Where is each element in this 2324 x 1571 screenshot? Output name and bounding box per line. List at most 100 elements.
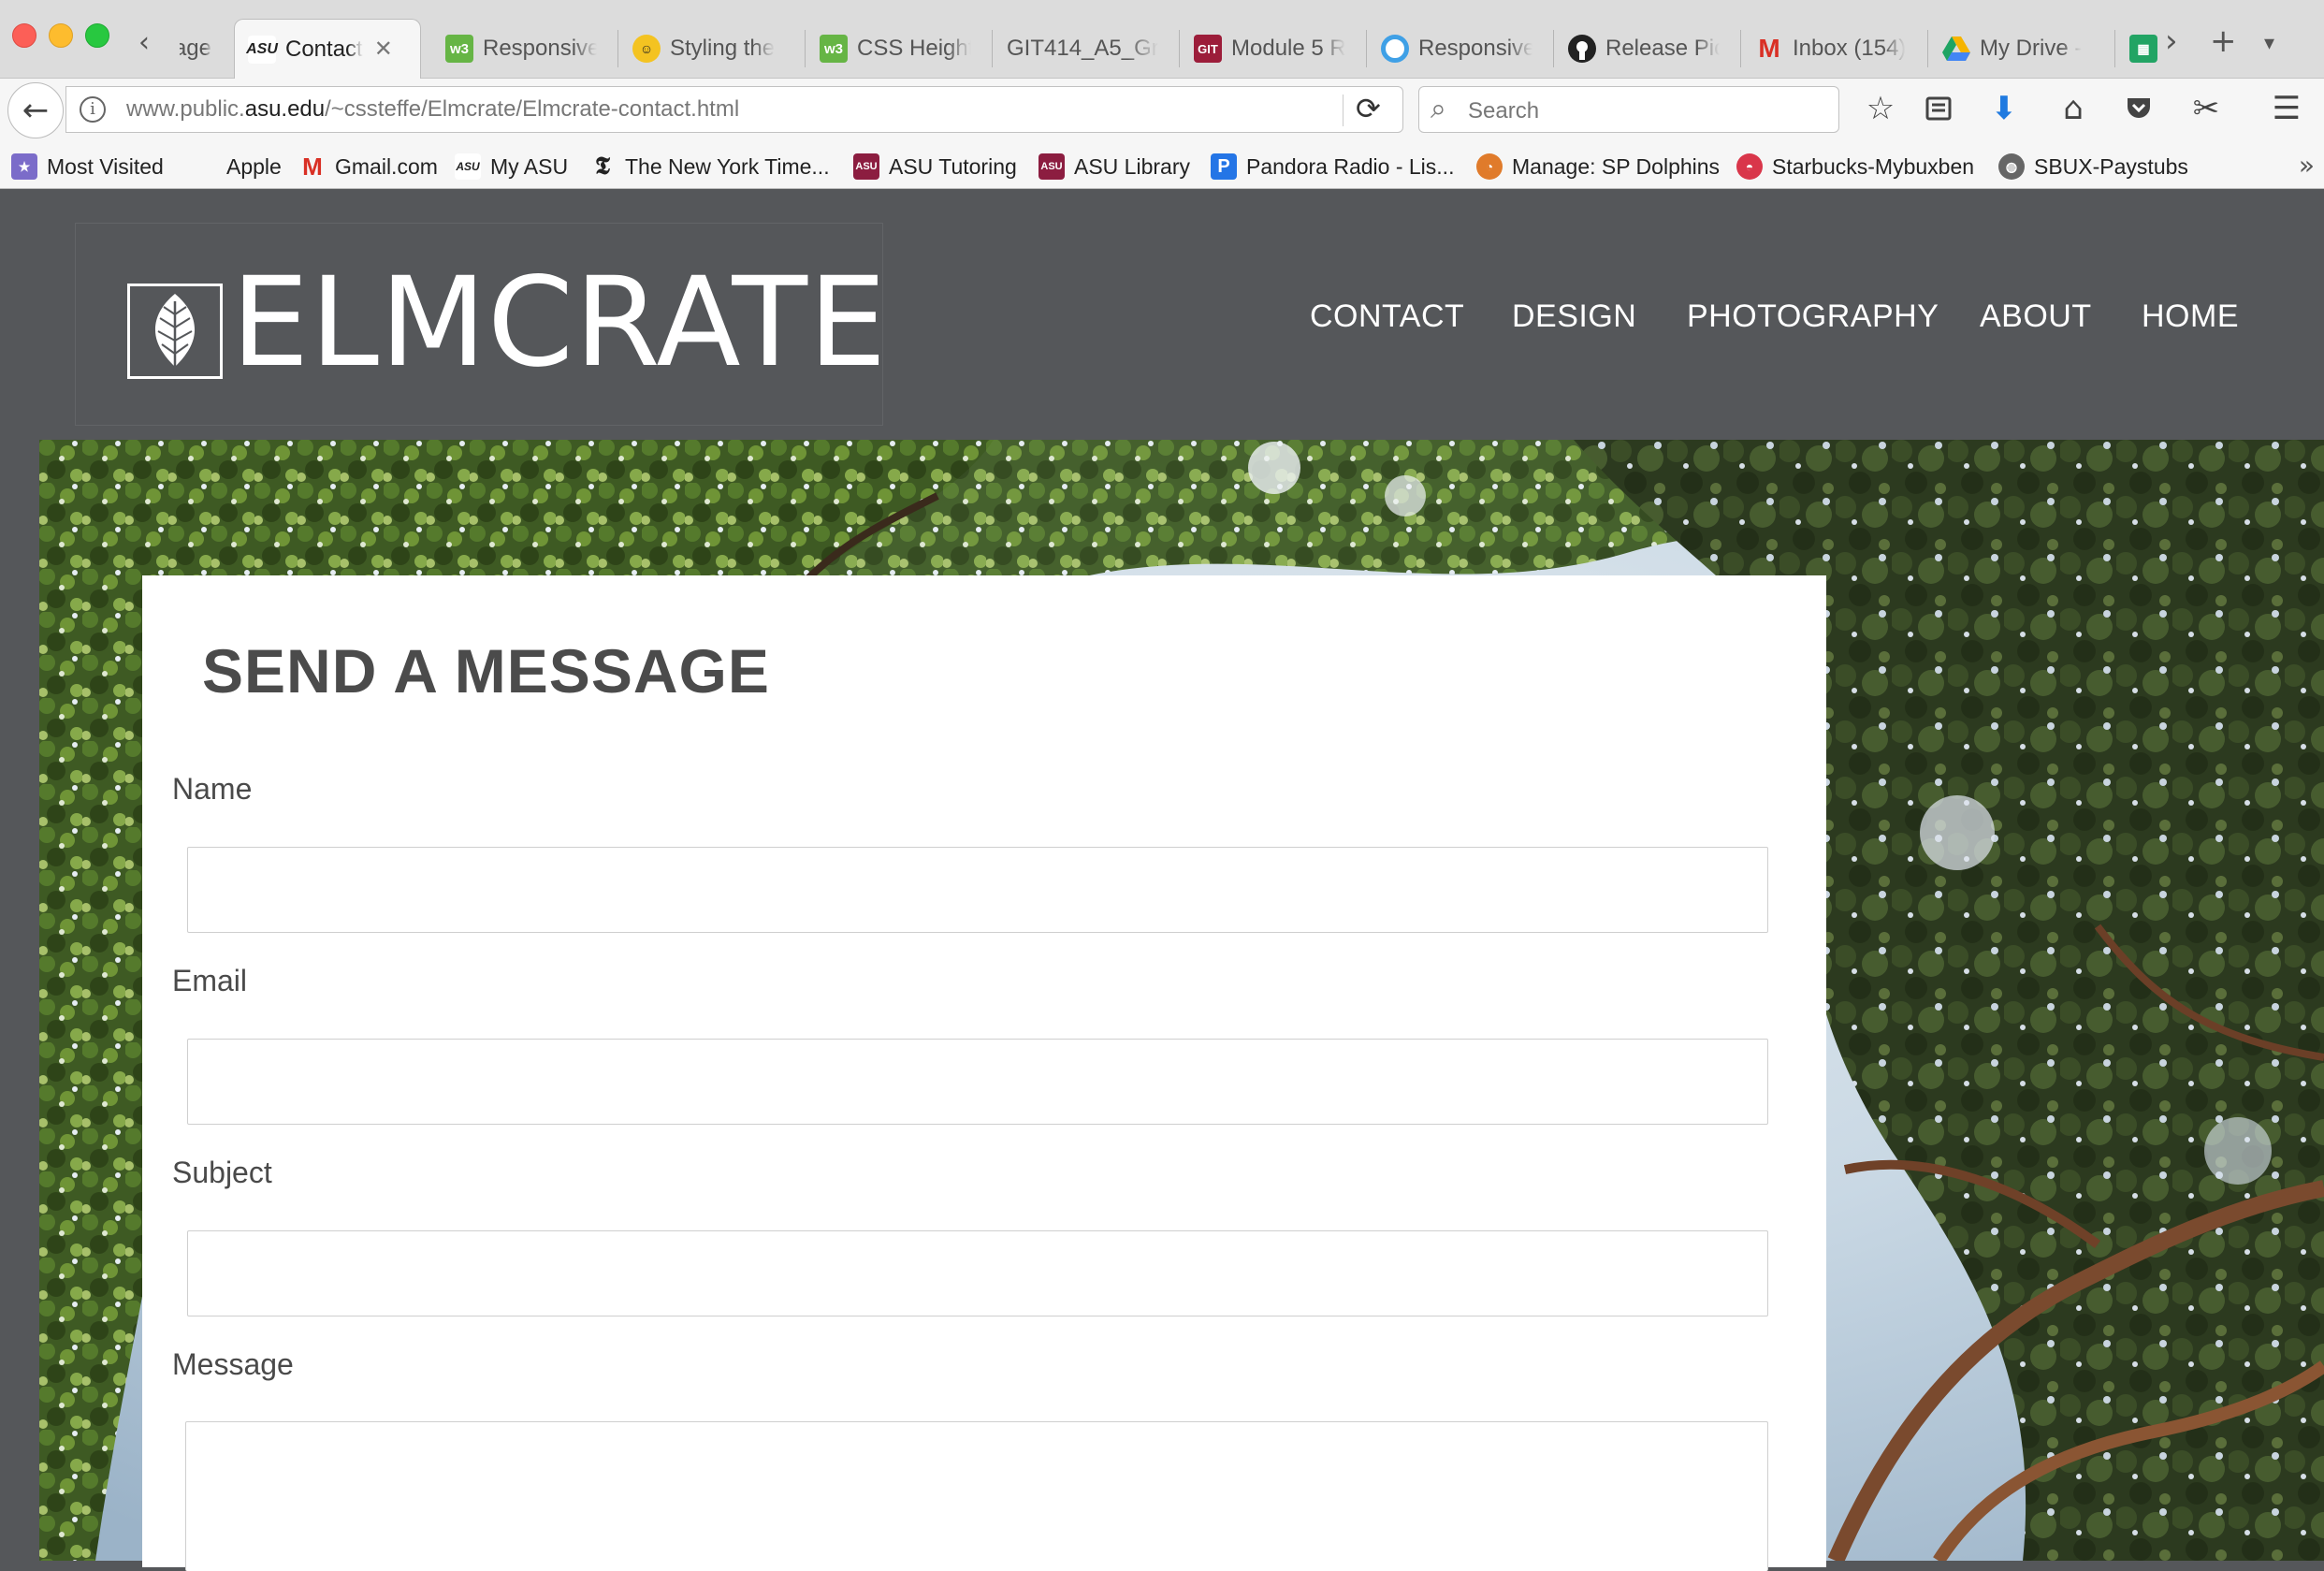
- bookmark-gmail[interactable]: M Gmail.com: [299, 152, 438, 182]
- tab-label: GIT414_A5_Gra: [1007, 36, 1158, 61]
- gmail-icon: M: [302, 152, 323, 181]
- name-field[interactable]: [187, 847, 1768, 933]
- email-label: Email: [172, 964, 248, 997]
- tab-styling[interactable]: ☺ Styling the: [619, 19, 797, 79]
- info-icon[interactable]: i: [80, 96, 106, 123]
- apple-icon: [191, 153, 217, 180]
- search-icon: ⌕: [1431, 93, 1446, 125]
- close-tab-icon[interactable]: ✕: [374, 36, 393, 63]
- tab-label: Contact page: [180, 36, 211, 61]
- url-prefix: www.public.: [126, 96, 245, 122]
- tab-contact-active[interactable]: ASU Contact ✕: [234, 19, 421, 79]
- bookmark-asu-library[interactable]: ASU ASU Library: [1039, 152, 1190, 182]
- site-header: ELMCRATE CONTACT DESIGN PHOTOGRAPHY ABOU…: [0, 190, 2324, 440]
- bookmark-label: Most Visited: [47, 153, 164, 179]
- nyt-icon: 𝕿: [595, 152, 610, 181]
- new-tab-icon[interactable]: +: [2210, 22, 2237, 60]
- search-input[interactable]: ⌕ Search: [1418, 86, 1839, 133]
- asu-icon: ASU: [246, 35, 278, 64]
- tab-module5[interactable]: GIT Module 5 R: [1181, 19, 1358, 79]
- tab-list-chevron-icon[interactable]: ▾: [2264, 32, 2274, 55]
- tab-label: Responsive: [483, 36, 597, 61]
- gmail-icon: M: [1758, 34, 1780, 63]
- bookmark-my-asu[interactable]: ASU My ASU: [455, 152, 568, 182]
- tab-css-height[interactable]: w3 CSS Height: [806, 19, 984, 79]
- tab-release-pic[interactable]: Release Pic: [1555, 19, 1733, 79]
- close-window-button[interactable]: [12, 23, 36, 48]
- screenshot-tool-icon[interactable]: ✂: [2186, 88, 2227, 129]
- site-logo[interactable]: ELMCRATE: [75, 223, 886, 426]
- url-text[interactable]: www.public.asu.edu/~cssteffe/Elmcrate/El…: [126, 96, 739, 123]
- bookmark-starbucks[interactable]: ◓ Starbucks-Mybuxben: [1736, 152, 1974, 182]
- more-bookmarks-icon[interactable]: »: [2299, 150, 2315, 181]
- browser-navigation-bar: i www.public.asu.edu/~cssteffe/Elmcrate/…: [0, 79, 2324, 142]
- dolphins-icon: ◔: [1476, 153, 1503, 180]
- reading-list-icon[interactable]: [1918, 88, 1959, 129]
- tab-strip: Contact page ASU Contact ✕ w3 Responsive…: [167, 19, 2159, 79]
- bookmark-star-icon[interactable]: ☆: [1860, 88, 1901, 129]
- tab-git414[interactable]: GIT414_A5_Gra: [994, 19, 1171, 79]
- nav-link-photography[interactable]: PHOTOGRAPHY: [1687, 298, 1939, 335]
- ring-icon: [1381, 35, 1409, 63]
- bookmark-label: My ASU: [490, 153, 569, 179]
- scroll-tabs-right-icon[interactable]: ›: [2165, 22, 2178, 60]
- reload-icon[interactable]: ⟳: [1356, 91, 1381, 126]
- bookmark-label: Manage: SP Dolphins: [1512, 153, 1721, 179]
- zoom-window-button[interactable]: [85, 23, 109, 48]
- tab-my-drive[interactable]: My Drive -: [1929, 19, 2107, 79]
- bookmark-label: Apple: [226, 153, 282, 179]
- minimize-window-button[interactable]: [49, 23, 73, 48]
- bookmark-pandora[interactable]: P Pandora Radio - Lis...: [1211, 152, 1454, 182]
- message-label: Message: [172, 1347, 294, 1381]
- email-field[interactable]: [187, 1039, 1768, 1125]
- bookmark-most-visited[interactable]: ★ Most Visited: [11, 152, 164, 182]
- tab-label: Styling the: [670, 36, 776, 61]
- git-icon: GIT: [1194, 35, 1222, 63]
- tab-label: CSS Height: [857, 36, 971, 61]
- tab-contact-page[interactable]: Contact page: [167, 19, 225, 79]
- url-bar[interactable]: i www.public.asu.edu/~cssteffe/Elmcrate/…: [65, 86, 1403, 133]
- bookmark-apple[interactable]: Apple: [191, 152, 282, 182]
- logo-text: ELMCRATE: [231, 251, 888, 395]
- tab-label: Responsive: [1418, 36, 1532, 61]
- bookmark-label: Starbucks-Mybuxben: [1772, 153, 1975, 179]
- nav-link-contact[interactable]: CONTACT: [1310, 298, 1464, 335]
- nav-link-about[interactable]: ABOUT: [1980, 298, 2092, 335]
- scroll-tabs-left-icon[interactable]: ‹: [138, 26, 150, 59]
- subject-field[interactable]: [187, 1230, 1768, 1316]
- bookmark-sbux-paystubs[interactable]: ◍ SBUX-Paystubs: [1998, 152, 2188, 182]
- tab-sheets[interactable]: ▦: [2116, 19, 2159, 79]
- url-domain: asu.edu: [244, 96, 326, 122]
- bookmark-label: Pandora Radio - Lis...: [1246, 153, 1455, 179]
- bookmarks-toolbar: ★ Most Visited Apple M Gmail.com ASU My ASU…: [0, 142, 2324, 189]
- back-button[interactable]: ←: [7, 82, 64, 138]
- bookmark-label: SBUX-Paystubs: [2034, 153, 2188, 179]
- url-path: /~cssteffe/Elmcrate/Elmcrate-contact.htm…: [325, 96, 740, 122]
- asu-icon: ASU: [1039, 153, 1065, 180]
- tab-label: Inbox (154): [1793, 36, 1907, 61]
- bookmark-sp-dolphins[interactable]: ◔ Manage: SP Dolphins: [1476, 152, 1720, 182]
- w3schools-icon: w3: [445, 35, 473, 63]
- tab-label: Contact: [285, 36, 363, 62]
- downloads-icon[interactable]: ⬇: [1983, 88, 2025, 129]
- nav-link-design[interactable]: DESIGN: [1512, 298, 1636, 335]
- bookmark-nyt[interactable]: 𝕿 The New York Time...: [589, 152, 830, 182]
- pandora-icon: P: [1211, 153, 1237, 180]
- tab-responsive-w3[interactable]: w3 Responsive: [432, 19, 610, 79]
- bookmark-label: Gmail.com: [335, 153, 438, 179]
- home-icon[interactable]: ⌂: [2053, 88, 2094, 129]
- nav-link-home[interactable]: HOME: [2142, 298, 2239, 335]
- bookmark-label: ASU Library: [1074, 153, 1190, 179]
- menu-icon[interactable]: ☰: [2266, 88, 2307, 129]
- tab-label: Module 5 R: [1231, 36, 1345, 61]
- pocket-icon[interactable]: [2118, 88, 2159, 129]
- tab-inbox[interactable]: M Inbox (154): [1742, 19, 1920, 79]
- tab-responsive-ring[interactable]: Responsive: [1368, 19, 1546, 79]
- w3schools-icon: w3: [820, 35, 848, 63]
- tab-label: My Drive -: [1980, 36, 2083, 61]
- globe-icon: ◍: [1998, 153, 2025, 180]
- name-label: Name: [172, 772, 253, 806]
- bookmark-asu-tutoring[interactable]: ASU ASU Tutoring: [853, 152, 1017, 182]
- leaf-logo-icon: [127, 284, 223, 379]
- message-textarea[interactable]: [185, 1421, 1768, 1571]
